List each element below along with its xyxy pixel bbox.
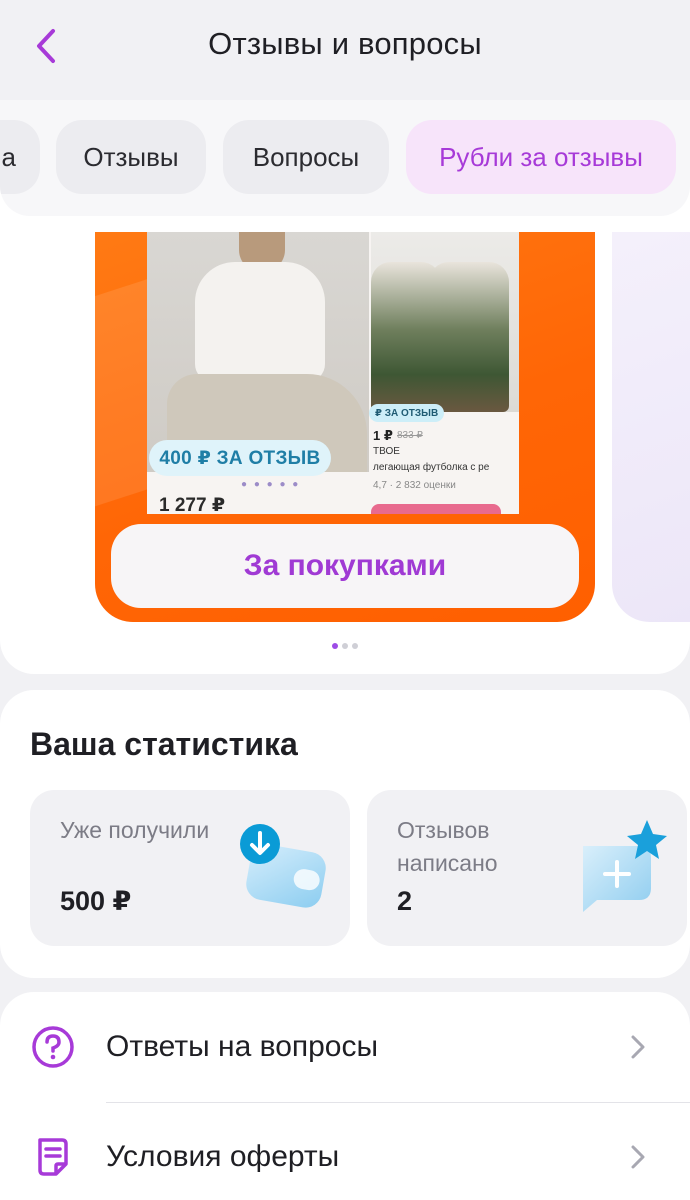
pager-dot	[342, 643, 348, 649]
tab-reviews[interactable]: Отзывы	[56, 120, 206, 194]
banner-carousel[interactable]: 400 ₽ ЗА ОТЗЫВ ● ● ● ● ● 1 277 ₽ ₽ ЗА ОТ…	[0, 232, 690, 624]
photo-dots: ● ● ● ● ●	[241, 479, 301, 490]
stats-card: Ваша статистика Уже получили 500 ₽ Отзыв…	[0, 690, 690, 978]
menu-item-label: Условия оферты	[106, 1140, 340, 1173]
wallet-download-icon	[240, 824, 326, 908]
chevron-right-icon	[631, 1035, 645, 1059]
stat-received-value: 500 ₽	[60, 886, 132, 916]
product-photo-2	[371, 232, 519, 412]
pager-dot-active	[332, 643, 338, 649]
carousel-pager	[0, 636, 690, 649]
promo-card: а Отзывы Вопросы Рубли за отзывы 400 ₽ З…	[0, 100, 690, 674]
add-to-cart-strip	[371, 504, 501, 514]
menu-item-label: Ответы на вопросы	[106, 1030, 379, 1063]
stat-written-label: Отзывов написано	[397, 817, 498, 876]
stat-received-label: Уже получили	[60, 817, 210, 843]
go-shopping-button[interactable]: За покупками	[111, 524, 579, 608]
stat-received[interactable]: Уже получили 500 ₽	[30, 790, 350, 946]
tabs-bar: а Отзывы Вопросы Рубли за отзывы	[0, 100, 690, 216]
product-old-price: 833 ₽	[397, 430, 423, 441]
tab-cut-off[interactable]: а	[0, 120, 40, 194]
product-photo-1	[147, 232, 369, 472]
product-rating: 4,7 · 2 832 оценки	[373, 480, 456, 491]
promo-banner[interactable]: 400 ₽ ЗА ОТЗЫВ ● ● ● ● ● 1 277 ₽ ₽ ЗА ОТ…	[95, 232, 595, 622]
chat-bubble-plus-star-icon	[583, 820, 667, 912]
product-brand: ТВОЕ	[373, 446, 400, 457]
header: Отзывы и вопросы	[0, 0, 690, 100]
pager-dot	[352, 643, 358, 649]
tab-rubles-for-reviews[interactable]: Рубли за отзывы	[406, 120, 676, 194]
reward-badge: 400 ₽ ЗА ОТЗЫВ	[149, 440, 331, 476]
menu-item-answers[interactable]: Ответы на вопросы	[0, 992, 690, 1103]
stat-written[interactable]: Отзывов написано 2	[367, 790, 687, 946]
document-icon	[38, 1138, 68, 1176]
next-banner-peek[interactable]	[612, 232, 690, 622]
tab-questions[interactable]: Вопросы	[223, 120, 389, 194]
reward-badge-small: ₽ ЗА ОТЗЫВ	[369, 404, 445, 422]
menu-card: Ответы на вопросы Условия оферты	[0, 992, 690, 1200]
product-preview: 400 ₽ ЗА ОТЗЫВ ● ● ● ● ● 1 277 ₽ ₽ ЗА ОТ…	[147, 232, 519, 514]
question-circle-icon	[32, 1026, 74, 1068]
product-name: легающая футболка с ре	[373, 462, 490, 473]
product-price: 1 277 ₽	[159, 495, 226, 514]
product-price: 1 ₽	[373, 428, 393, 443]
stat-written-value: 2	[397, 886, 413, 916]
stats-title: Ваша статистика	[30, 726, 298, 762]
page-title: Отзывы и вопросы	[208, 26, 482, 61]
menu-item-offer-terms[interactable]: Условия оферты	[0, 1102, 690, 1200]
chevron-right-icon	[631, 1145, 645, 1169]
